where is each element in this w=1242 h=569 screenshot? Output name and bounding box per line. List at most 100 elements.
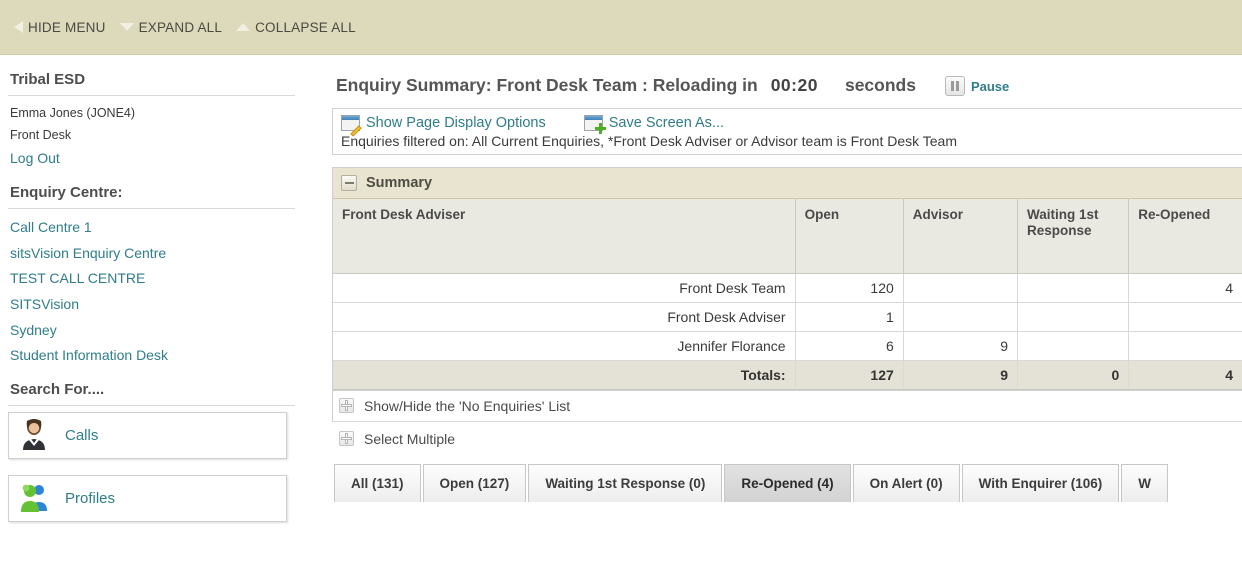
filter-description: Enquiries filtered on: All Current Enqui… <box>341 133 957 149</box>
divider <box>8 207 295 209</box>
page-body: Tribal ESD Emma Jones (JONE4) Front Desk… <box>0 55 1242 569</box>
summary-panel: Summary Front Desk Adviser Open Advisor … <box>332 167 1242 391</box>
cell-re-opened <box>1128 302 1242 332</box>
summary-table: Front Desk Adviser Open Advisor Waiting … <box>333 199 1242 390</box>
expand-all-label: EXPAND ALL <box>138 19 223 35</box>
window-pencil-icon <box>341 115 362 137</box>
cell-adviser-name: Front Desk Adviser <box>333 302 796 332</box>
pause-control[interactable]: Pause <box>944 76 1009 96</box>
table-row[interactable]: Jennifer Florance 6 9 <box>333 331 1242 361</box>
column-header-waiting-1st-response[interactable]: Waiting 1st Response <box>1017 199 1130 274</box>
save-screen-as-link[interactable]: Save Screen As... <box>583 115 724 134</box>
summary-panel-title: Summary <box>366 175 433 191</box>
tab-on-alert[interactable]: On Alert (0) <box>852 463 960 502</box>
reload-countdown: 00:20 <box>770 75 818 95</box>
triangle-up-icon <box>236 23 251 31</box>
log-out-link[interactable]: Log Out <box>8 146 330 172</box>
hide-menu-button[interactable]: HIDE MENU <box>14 20 106 35</box>
cell-advisor <box>903 273 1019 303</box>
select-multiple-label: Select Multiple <box>364 430 456 447</box>
column-header-re-opened[interactable]: Re-Opened <box>1128 199 1242 274</box>
app-name: Tribal ESD <box>10 71 86 88</box>
cell-waiting <box>1017 302 1130 332</box>
seconds-label: seconds <box>844 75 916 95</box>
tab-re-opened[interactable]: Re-Opened (4) <box>724 463 851 502</box>
column-header-advisor[interactable]: Advisor <box>903 199 1019 274</box>
select-multiple-row[interactable]: Select Multiple <box>332 422 1242 456</box>
person-suit-icon <box>19 418 49 453</box>
summary-panel-header: Summary <box>333 168 1242 199</box>
totals-advisor: 9 <box>903 360 1019 390</box>
cell-re-opened: 4 <box>1128 273 1242 303</box>
show-page-display-options-link[interactable]: Show Page Display Options <box>341 115 546 137</box>
tab-truncated[interactable]: W <box>1121 463 1169 502</box>
collapse-icon[interactable] <box>341 175 357 191</box>
column-header-adviser[interactable]: Front Desk Adviser <box>333 199 796 274</box>
sidebar-item-sitsvision[interactable]: SITSVision <box>8 292 330 318</box>
window-plus-icon <box>583 115 606 134</box>
status-tab-bar: All (131) Open (127) Waiting 1st Respons… <box>332 463 1242 502</box>
summary-table-head: Front Desk Adviser Open Advisor Waiting … <box>333 199 1242 274</box>
options-bar: Show Page Display Options Save Screen As… <box>332 108 1242 155</box>
cell-waiting <box>1017 331 1130 361</box>
show-hide-no-enquiries-label: Show/Hide the 'No Enquiries' List <box>364 397 571 414</box>
collapse-all-button[interactable]: COLLAPSE ALL <box>236 20 356 35</box>
cell-waiting <box>1017 273 1130 303</box>
summary-table-body: Front Desk Team 120 4 Front Desk Adviser… <box>333 273 1242 390</box>
triangle-left-icon <box>14 21 23 33</box>
tab-with-enquirer[interactable]: With Enquirer (106) <box>961 463 1120 502</box>
two-people-icon <box>19 482 49 515</box>
search-for-heading: Search For.... <box>10 381 105 399</box>
cell-open: 120 <box>795 273 904 303</box>
cell-open: 6 <box>795 331 904 361</box>
table-row[interactable]: Front Desk Team 120 4 <box>333 273 1242 303</box>
totals-re-opened: 4 <box>1128 360 1242 390</box>
cell-advisor: 9 <box>903 331 1019 361</box>
options-links: Show Page Display Options Save Screen As… <box>341 115 1234 137</box>
search-profiles-label: Profiles <box>65 490 116 508</box>
user-team: Front Desk <box>10 128 72 143</box>
tab-waiting-1st-response[interactable]: Waiting 1st Response (0) <box>528 463 723 502</box>
show-page-display-options-label: Show Page Display Options <box>366 115 546 131</box>
sidebar: Tribal ESD Emma Jones (JONE4) Front Desk… <box>0 55 330 569</box>
cell-advisor <box>903 302 1019 332</box>
table-totals-row: Totals: 127 9 0 4 <box>333 360 1242 390</box>
show-hide-no-enquiries-row[interactable]: Show/Hide the 'No Enquiries' List <box>332 390 1242 422</box>
totals-open: 127 <box>795 360 904 390</box>
search-profiles-button[interactable]: Profiles <box>8 475 287 523</box>
tab-open[interactable]: Open (127) <box>422 463 527 502</box>
enquiry-centre-heading: Enquiry Centre: <box>10 183 123 201</box>
column-header-open[interactable]: Open <box>795 199 904 274</box>
cell-open: 1 <box>795 302 904 332</box>
divider <box>8 95 295 96</box>
sidebar-item-student-information-desk[interactable]: Student Information Desk <box>8 343 330 369</box>
table-row[interactable]: Front Desk Adviser 1 <box>333 302 1242 332</box>
sidebar-item-call-centre-1[interactable]: Call Centre 1 <box>8 215 330 241</box>
hide-menu-label: HIDE MENU <box>28 19 106 35</box>
cell-re-opened <box>1128 331 1242 361</box>
user-name: Emma Jones (JONE4) <box>10 106 136 120</box>
sidebar-item-sydney[interactable]: Sydney <box>8 318 330 344</box>
divider <box>8 405 295 407</box>
expand-icon <box>339 431 354 446</box>
expand-icon <box>339 398 354 413</box>
totals-label: Totals: <box>333 360 796 390</box>
top-toolbar: HIDE MENU EXPAND ALL COLLAPSE ALL <box>0 0 1242 55</box>
page-title-text: Enquiry Summary: Front Desk Team : Reloa… <box>336 75 758 95</box>
sidebar-item-sitsvision-enquiry-centre[interactable]: sitsVision Enquiry Centre <box>8 241 330 267</box>
search-calls-label: Calls <box>65 427 99 445</box>
sidebar-item-test-call-centre[interactable]: TEST CALL CENTRE <box>8 266 330 292</box>
collapse-all-label: COLLAPSE ALL <box>255 19 356 35</box>
table-header-row: Front Desk Adviser Open Advisor Waiting … <box>333 199 1242 274</box>
main-content: Enquiry Summary: Front Desk Team : Reloa… <box>330 55 1242 569</box>
totals-waiting: 0 <box>1017 360 1130 390</box>
search-calls-button[interactable]: Calls <box>8 412 287 460</box>
tab-all[interactable]: All (131) <box>334 463 421 502</box>
cell-adviser-name: Front Desk Team <box>333 273 796 303</box>
page-title: Enquiry Summary: Front Desk Team : Reloa… <box>332 75 1242 96</box>
expand-all-button[interactable]: EXPAND ALL <box>119 19 223 35</box>
pause-icon[interactable] <box>944 76 965 96</box>
pause-label[interactable]: Pause <box>971 79 1009 94</box>
